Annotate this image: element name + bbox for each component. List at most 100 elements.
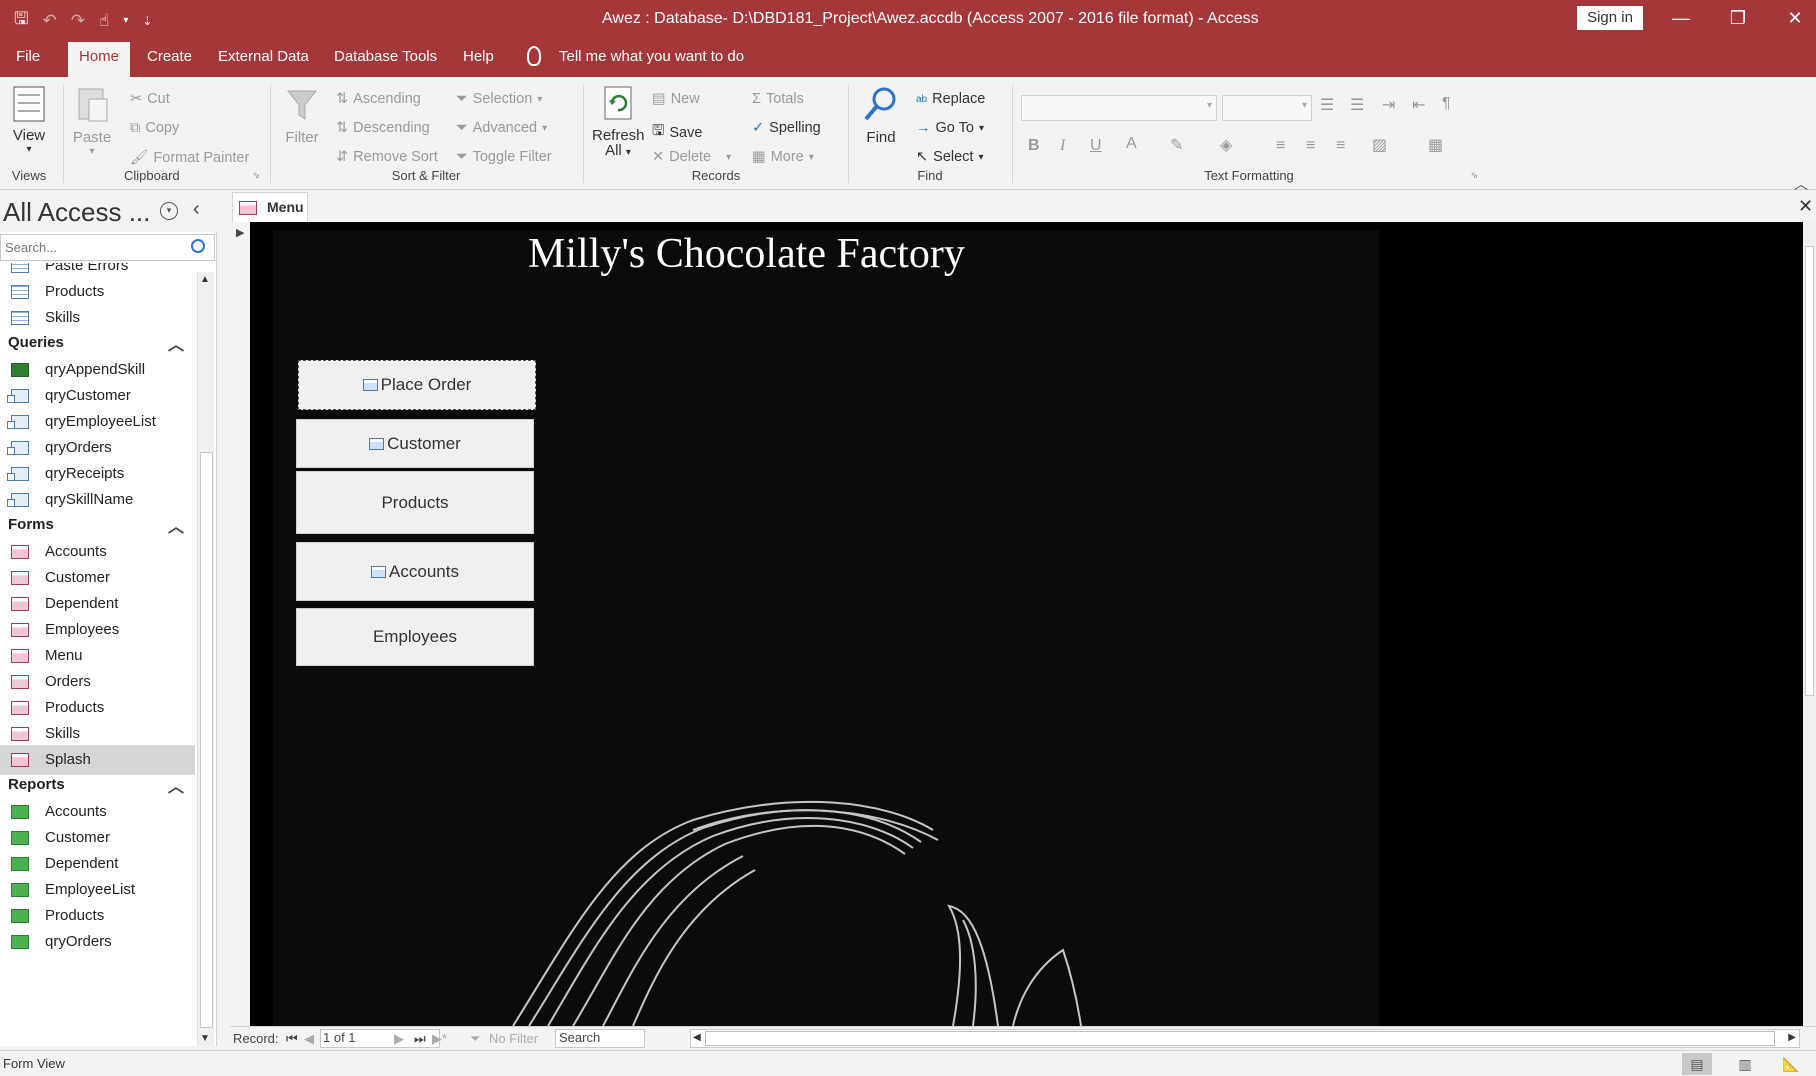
highlight-icon[interactable]: ✎ — [1170, 135, 1183, 155]
nav-category-reports[interactable]: Reports ︿ — [0, 771, 195, 799]
numbering-icon[interactable]: ☰ — [1350, 95, 1364, 115]
chevron-down-icon[interactable]: ▾ — [123, 15, 128, 26]
bold-button[interactable]: B — [1028, 137, 1040, 155]
no-filter-toggle[interactable]: No Filter — [489, 1031, 538, 1046]
touch-mode-icon[interactable]: ☝ — [99, 11, 109, 31]
new-record-icon[interactable]: ▶* — [432, 1031, 447, 1047]
conditional-format-icon[interactable]: ▨ — [1372, 135, 1387, 155]
format-painter-button[interactable]: 🖌 Format Painter — [130, 149, 249, 167]
form-view-icon[interactable]: ▤ — [1682, 1053, 1712, 1075]
close-document-icon[interactable]: ✕ — [1798, 196, 1813, 217]
tab-menu[interactable]: Menu — [232, 192, 308, 222]
tab-home[interactable]: Home — [68, 42, 131, 77]
next-record-icon[interactable]: ▶ — [394, 1031, 404, 1047]
increase-indent-icon[interactable]: ⇥ — [1382, 95, 1395, 115]
font-color-icon[interactable]: A — [1126, 135, 1137, 153]
view-button[interactable]: View ▾ — [8, 85, 50, 155]
tab-help[interactable]: Help — [463, 48, 494, 65]
tab-database-tools[interactable]: Database Tools — [334, 48, 437, 65]
goto-button[interactable]: → Go To ▾ — [916, 120, 984, 136]
scroll-down-icon[interactable]: ▼ — [200, 1033, 210, 1044]
save-icon[interactable]: 🖫 — [14, 6, 28, 35]
nav-category-forms[interactable]: Forms ︿ — [0, 511, 195, 539]
filter-button[interactable]: Filter — [280, 85, 324, 146]
toggle-filter-button[interactable]: ⏷ Toggle Filter — [456, 149, 552, 165]
scrollbar-thumb[interactable] — [705, 1031, 1775, 1046]
tell-me-search[interactable]: Tell me what you want to do — [559, 48, 744, 65]
undo-icon[interactable]: ↶ — [42, 11, 56, 31]
scroll-right-icon[interactable]: ▶ — [1788, 1032, 1796, 1043]
design-view-icon[interactable]: 📐 — [1776, 1053, 1806, 1075]
delete-record-button[interactable]: ✕ Delete ▾ — [652, 149, 731, 165]
refresh-all-button[interactable]: Refresh All ▾ — [592, 85, 645, 160]
place-order-button[interactable]: Place Order — [298, 360, 536, 410]
first-record-icon[interactable]: ⏮ — [286, 1031, 298, 1047]
align-left-icon[interactable]: ≡ — [1276, 137, 1285, 155]
copy-button[interactable]: ⧉ Copy — [130, 120, 179, 136]
scroll-up-icon[interactable]: ▲ — [200, 274, 210, 285]
italic-button[interactable]: I — [1060, 137, 1065, 155]
selection-button[interactable]: ⏷ Selection ▾ — [456, 91, 542, 107]
decrease-indent-icon[interactable]: ⇤ — [1412, 95, 1425, 115]
underline-button[interactable]: U — [1090, 137, 1102, 155]
scrollbar-thumb[interactable] — [1805, 246, 1814, 696]
text-direction-icon[interactable]: ¶ — [1442, 95, 1451, 113]
fill-color-icon[interactable]: ◈ — [1220, 135, 1232, 155]
products-button[interactable]: Products — [296, 471, 534, 534]
customer-button[interactable]: Customer — [296, 419, 534, 468]
font-size-combo[interactable]: ▾ — [1222, 95, 1312, 121]
close-button[interactable]: ✕ — [1775, 4, 1815, 32]
scrollbar-thumb[interactable] — [200, 452, 213, 1028]
paste-button[interactable]: Paste ▾ — [72, 85, 112, 157]
tab-file[interactable]: File — [16, 48, 40, 65]
new-record-button[interactable]: ▤ New — [652, 91, 700, 107]
align-center-icon[interactable]: ≡ — [1306, 137, 1315, 155]
save-record-button[interactable]: 🖫 Save — [652, 120, 702, 145]
nav-title[interactable]: All Access ... — [3, 197, 150, 228]
select-button[interactable]: ↖ Select ▾ — [916, 149, 984, 165]
tab-external-data[interactable]: External Data — [218, 48, 309, 65]
previous-record-icon[interactable]: ◀ — [304, 1031, 314, 1047]
nav-menu-icon[interactable]: ▾ — [160, 202, 178, 220]
accounts-button[interactable]: Accounts — [296, 542, 534, 601]
search-icon[interactable] — [191, 239, 205, 253]
record-search-input[interactable]: Search — [555, 1029, 645, 1048]
bullets-icon[interactable]: ☰ — [1320, 95, 1334, 115]
last-record-icon[interactable]: ⏭ — [414, 1031, 426, 1047]
nav-item-report[interactable]: qryOrders — [0, 927, 195, 957]
form-vertical-scrollbar[interactable] — [1803, 222, 1816, 1026]
spelling-button[interactable]: ✓ Spelling — [752, 120, 821, 136]
save-icon: 🖫 — [652, 123, 665, 139]
descending-button[interactable]: ⇅ Descending — [336, 120, 430, 136]
scroll-left-icon[interactable]: ◀ — [693, 1032, 701, 1043]
totals-button[interactable]: Σ Totals — [752, 91, 804, 107]
collapse-ribbon-icon[interactable]: ︿ — [1794, 174, 1808, 194]
record-selector[interactable]: ▶ — [230, 222, 250, 1026]
nav-search-input[interactable] — [0, 234, 215, 261]
font-name-combo[interactable]: ▾ — [1021, 95, 1217, 121]
remove-sort-button[interactable]: ⇵ Remove Sort — [336, 149, 438, 165]
cut-button[interactable]: ✂ Cut — [130, 91, 170, 107]
dialog-launcher-icon[interactable]: ⬂ — [252, 170, 260, 181]
chevron-down-icon: ▾ — [1301, 100, 1307, 111]
form-horizontal-scrollbar[interactable]: ◀ ▶ — [690, 1029, 1800, 1048]
minimize-button[interactable]: — — [1661, 4, 1701, 32]
find-button[interactable]: Find — [858, 85, 904, 146]
nav-category-queries[interactable]: Queries ︿ — [0, 329, 195, 357]
customize-toolbar-icon[interactable]: ⇣ — [142, 14, 152, 28]
more-button[interactable]: ▦ More ▾ — [752, 149, 814, 165]
restore-button[interactable]: ❐ — [1718, 4, 1758, 32]
ascending-button[interactable]: ⇅ Ascending — [336, 91, 421, 107]
replace-button[interactable]: ab Replace — [916, 91, 985, 107]
nav-scrollbar[interactable]: ▲ ▼ — [197, 272, 214, 1046]
sign-in-button[interactable]: Sign in — [1577, 6, 1643, 30]
redo-icon[interactable]: ↷ — [71, 11, 85, 31]
dialog-launcher-icon[interactable]: ⬂ — [1470, 170, 1478, 181]
align-right-icon[interactable]: ≡ — [1336, 137, 1345, 155]
tab-create[interactable]: Create — [147, 48, 192, 65]
layout-view-icon[interactable]: ▥ — [1730, 1053, 1760, 1075]
gridlines-icon[interactable]: ▦ — [1428, 135, 1443, 155]
employees-button[interactable]: Employees — [296, 608, 534, 666]
advanced-button[interactable]: ⏷ Advanced ▾ — [456, 120, 547, 136]
nav-collapse-icon[interactable]: ‹ — [193, 198, 200, 221]
